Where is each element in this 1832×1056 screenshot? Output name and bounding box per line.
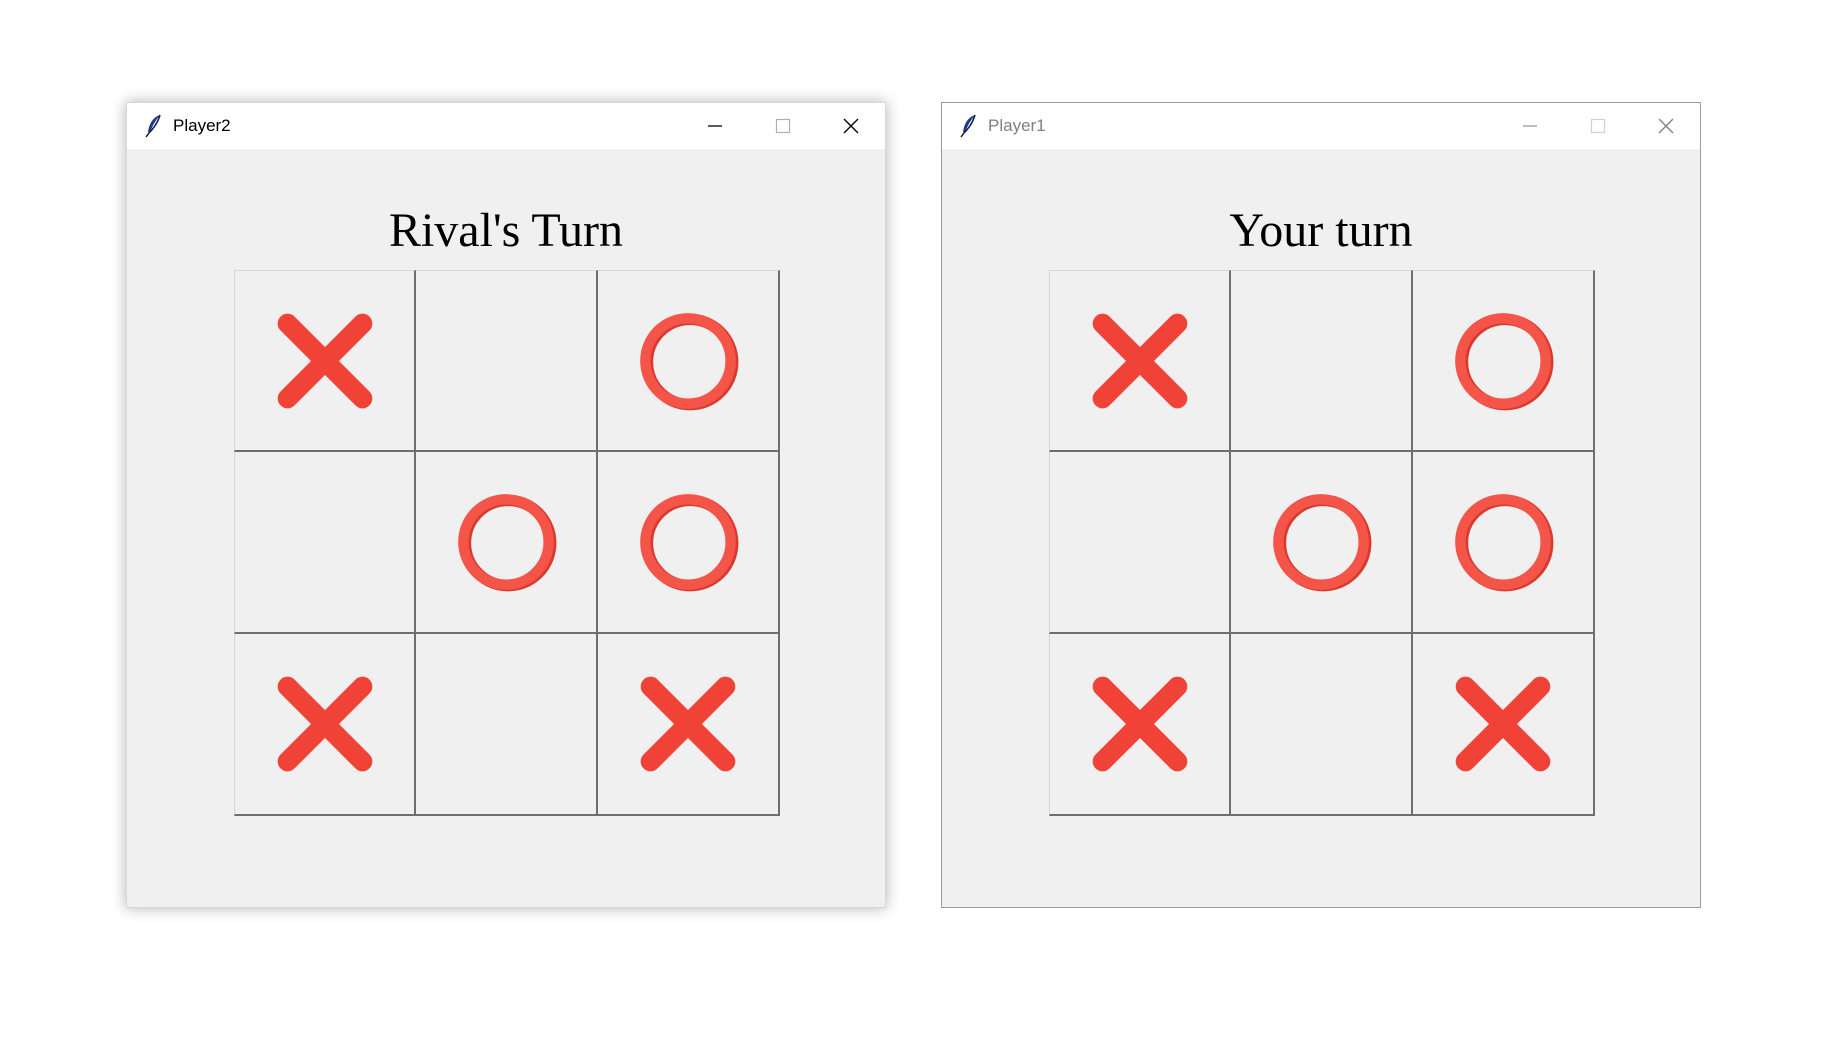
- x-mark-icon: [1092, 313, 1187, 408]
- board-cell-1-2[interactable]: [416, 270, 598, 452]
- board-cell-2-2[interactable]: [1231, 452, 1413, 634]
- minimize-button[interactable]: [681, 103, 749, 149]
- minimize-icon: [1523, 125, 1537, 127]
- board-cell-3-1[interactable]: [1049, 634, 1231, 816]
- turn-status: Your turn: [1229, 204, 1413, 257]
- board-cell-2-3[interactable]: [598, 452, 780, 634]
- o-mark-icon: [1273, 494, 1372, 592]
- title-bar[interactable]: Player1: [942, 103, 1700, 149]
- o-mark-icon: [1455, 494, 1554, 592]
- game-board: [234, 270, 780, 816]
- board-cell-3-1[interactable]: [234, 634, 416, 816]
- maximize-button[interactable]: [1564, 103, 1632, 149]
- o-mark-icon: [458, 494, 557, 592]
- o-mark-icon: [640, 494, 739, 592]
- window-title: Player2: [173, 116, 231, 135]
- close-button[interactable]: [817, 103, 885, 149]
- x-mark-icon: [1092, 676, 1187, 772]
- feather-icon: [958, 114, 980, 138]
- x-mark-icon: [640, 676, 736, 772]
- board-cell-3-3[interactable]: [598, 634, 780, 816]
- turn-status: Rival's Turn: [388, 204, 624, 257]
- minimize-icon: [708, 125, 722, 127]
- board-cell-1-3[interactable]: [1413, 270, 1595, 452]
- feather-icon: [143, 114, 165, 138]
- player2-window: Player2 Rival's Turn: [126, 102, 886, 908]
- board-cell-2-1[interactable]: [234, 452, 416, 634]
- maximize-icon: [1590, 118, 1606, 134]
- maximize-button[interactable]: [749, 103, 817, 149]
- close-icon: [843, 118, 859, 134]
- board-cell-1-3[interactable]: [598, 270, 780, 452]
- board-cell-1-1[interactable]: [234, 270, 416, 452]
- x-mark-icon: [277, 676, 372, 772]
- board-cell-3-3[interactable]: [1413, 634, 1595, 816]
- o-mark-icon: [1455, 312, 1554, 410]
- board-cell-2-2[interactable]: [416, 452, 598, 634]
- game-board: [1049, 270, 1595, 816]
- board-cell-2-1[interactable]: [1049, 452, 1231, 634]
- board-cell-3-2[interactable]: [1231, 634, 1413, 816]
- window-title: Player1: [988, 116, 1046, 135]
- minimize-button[interactable]: [1496, 103, 1564, 149]
- maximize-icon: [775, 118, 791, 134]
- close-icon: [1658, 118, 1674, 134]
- title-bar[interactable]: Player2: [127, 103, 885, 149]
- x-mark-icon: [1455, 676, 1551, 772]
- x-mark-icon: [277, 313, 372, 408]
- board-cell-3-2[interactable]: [416, 634, 598, 816]
- player1-window: Player1 Your turn: [941, 102, 1701, 908]
- o-mark-icon: [640, 312, 739, 410]
- close-button[interactable]: [1632, 103, 1700, 149]
- board-cell-1-1[interactable]: [1049, 270, 1231, 452]
- board-cell-2-3[interactable]: [1413, 452, 1595, 634]
- board-cell-1-2[interactable]: [1231, 270, 1413, 452]
